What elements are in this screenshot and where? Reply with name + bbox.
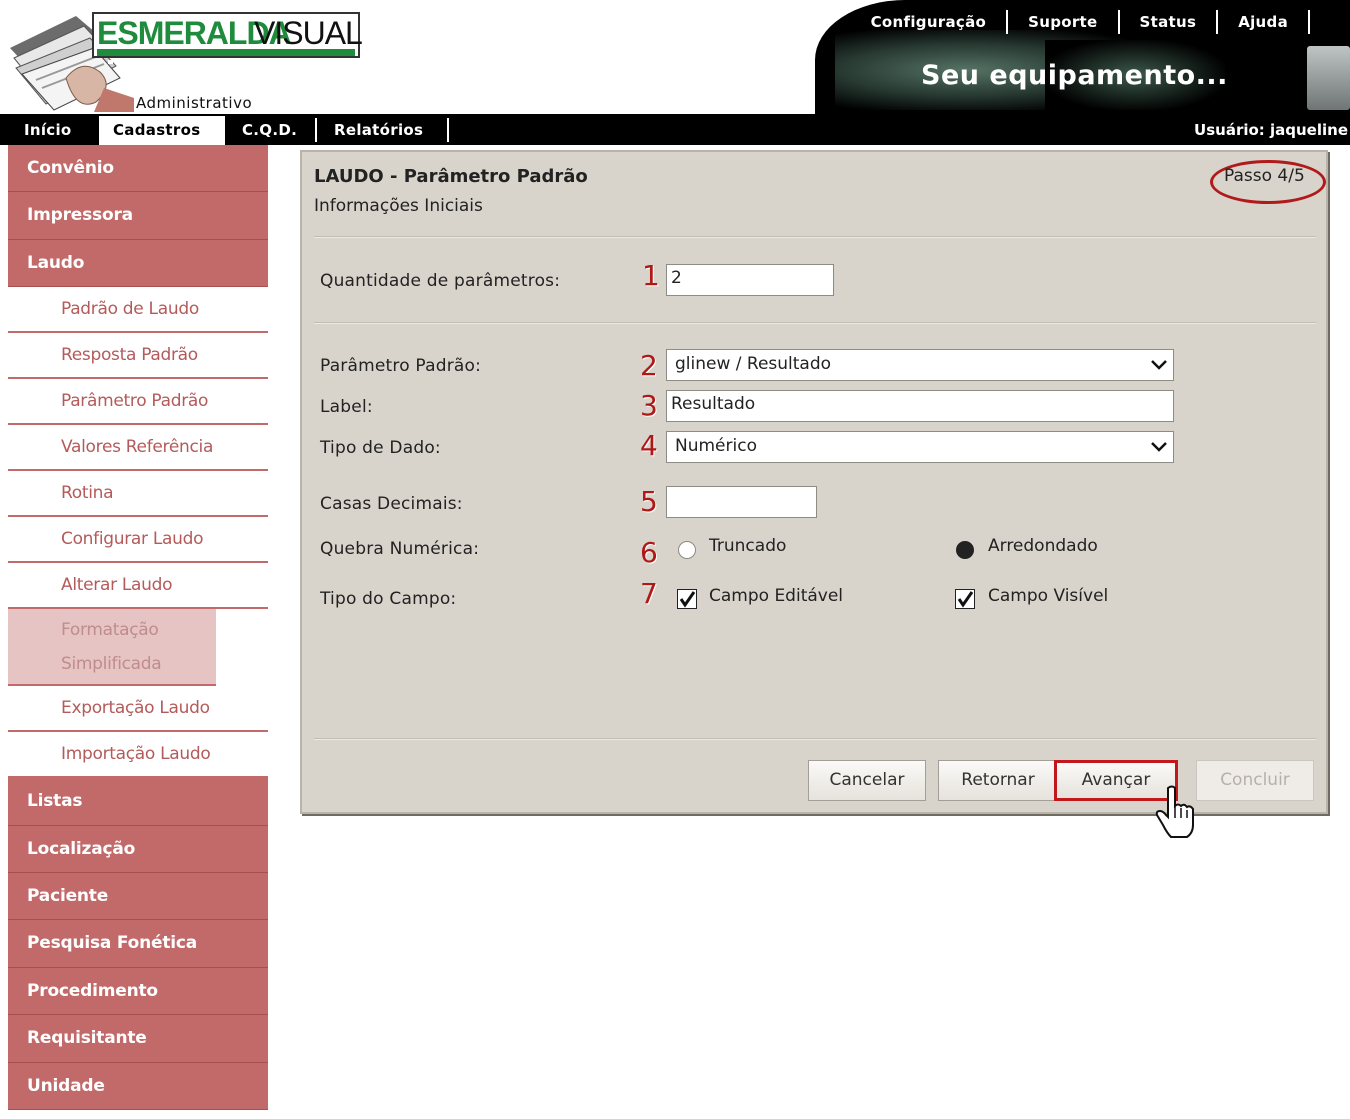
top-link-configuracao[interactable]: Configuração [851,10,1009,34]
chevron-down-icon [1151,360,1167,370]
brand-subtitle: Administrativo [136,94,253,112]
marker-5: 5 [640,485,658,518]
header: ESMERALDA VISUAL Administrativo Configur… [0,0,1350,114]
divider [314,322,1316,324]
sidebar-subitem-importacao-laudo[interactable]: Importação Laudo [8,732,268,779]
sidebar-item-listas[interactable]: Listas [8,778,268,826]
sidebar-subitem-parametro-padrao[interactable]: Parâmetro Padrão [8,379,268,426]
retornar-button[interactable]: Retornar [938,760,1058,801]
label-field-label: Label: [320,397,373,417]
tipo-campo-label: Tipo do Campo: [320,589,457,609]
nav-cqd[interactable]: C.Q.D. [230,116,309,145]
sidebar-subitem-resposta-padrao[interactable]: Resposta Padrão [8,333,268,380]
chevron-down-icon [1151,442,1167,452]
hand-cursor-icon [1155,785,1194,838]
brand-strip [97,49,355,64]
sidebar-item-impressora[interactable]: Impressora [8,192,268,240]
divider [314,236,1316,238]
printer-image [1307,46,1350,110]
panel-subtitle: Informações Iniciais [314,196,483,216]
marker-4: 4 [640,429,658,462]
radio-truncado[interactable] [678,541,696,559]
top-link-suporte[interactable]: Suporte [1008,10,1120,34]
sidebar-subitem-padrao-de-laudo[interactable]: Padrão de Laudo [8,287,268,334]
checkbox-campo-editavel[interactable] [677,589,697,609]
quantidade-label: Quantidade de parâmetros: [320,271,561,291]
nav-relatorios[interactable]: Relatórios [322,116,435,145]
current-user: Usuário: jaqueline [1194,121,1348,139]
sidebar-item-convenio[interactable]: Convênio [8,145,268,193]
radio-arredondado[interactable] [956,541,974,559]
sidebar-item-laudo[interactable]: Laudo [8,239,268,288]
quebra-numerica-label: Quebra Numérica: [320,539,480,559]
sidebar-subitem-exportacao-laudo[interactable]: Exportação Laudo [8,686,268,733]
panel-title: LAUDO - Parâmetro Padrão [314,166,588,187]
sidebar-subitem-rotina[interactable]: Rotina [8,471,268,518]
top-navigation: Configuração Suporte Status Ajuda [851,10,1310,34]
sidebar-item-localizacao[interactable]: Localização [8,825,268,873]
sidebar-item-requisitante[interactable]: Requisitante [8,1015,268,1063]
nav-cadastros[interactable]: Cadastros [99,116,225,145]
nav-inicio[interactable]: Início [12,116,84,145]
marker-2: 2 [640,349,658,382]
marker-7: 7 [640,577,658,610]
parametro-padrao-value: glinew / Resultado [675,354,832,374]
checkbox-campo-visivel[interactable] [955,589,975,609]
checkbox-campo-visivel-label: Campo Visível [988,586,1109,606]
marker-3: 3 [640,389,658,422]
parametro-padrao-label: Parâmetro Padrão: [320,356,482,376]
marker-6: 6 [640,536,658,569]
sidebar-subitem-valores-referencia[interactable]: Valores Referência [8,425,268,472]
tipo-dado-value: Numérico [675,436,757,456]
main-navigation: Início Cadastros C.Q.D. Relatórios Usuár… [0,114,1350,145]
sidebar: Convênio Impressora Laudo Padrão de Laud… [8,145,268,1119]
wizard-panel: LAUDO - Parâmetro Padrão Informações Ini… [300,150,1328,838]
sidebar-item-pesquisa-fonetica[interactable]: Pesquisa Fonética [8,920,268,968]
sidebar-subitem-formatacao-simplificada[interactable]: Formatação Simplificada [8,609,216,687]
top-link-status[interactable]: Status [1120,10,1219,34]
tipo-dado-select[interactable]: Numérico [666,431,1174,463]
checkbox-campo-editavel-label: Campo Editável [709,586,844,606]
sidebar-subitem-alterar-laudo[interactable]: Alterar Laudo [8,563,268,610]
nav-separator [315,118,317,142]
top-link-ajuda[interactable]: Ajuda [1218,10,1310,34]
cancelar-button[interactable]: Cancelar [808,760,926,801]
label-input[interactable]: Resultado [666,390,1174,422]
brand-name-secondary: VISUAL [254,15,363,51]
casas-decimais-input[interactable] [666,486,817,518]
sidebar-item-procedimento[interactable]: Procedimento [8,967,268,1016]
sidebar-item-unidade[interactable]: Unidade [8,1062,268,1110]
step-indicator: Passo 4/5 [1224,166,1305,186]
parametro-padrao-select[interactable]: glinew / Resultado [666,349,1174,381]
sidebar-subitem-configurar-laudo[interactable]: Configurar Laudo [8,517,268,564]
nav-separator [447,118,449,142]
checkmark-icon [679,591,696,608]
header-banner: Configuração Suporte Status Ajuda Seu eq… [815,0,1350,114]
tipo-dado-label: Tipo de Dado: [320,438,441,458]
brand-logo: ESMERALDA VISUAL [92,12,363,64]
divider [314,738,1316,740]
casas-decimais-label: Casas Decimais: [320,494,463,514]
quantidade-input[interactable]: 2 [666,264,834,296]
marker-1: 1 [642,259,660,292]
concluir-button[interactable]: Concluir [1196,760,1314,801]
banner-slogan: Seu equipamento... [921,60,1228,91]
radio-truncado-label: Truncado [709,536,787,556]
sidebar-item-paciente[interactable]: Paciente [8,872,268,921]
radio-arredondado-label: Arredondado [988,536,1098,556]
checkmark-icon [957,591,974,608]
